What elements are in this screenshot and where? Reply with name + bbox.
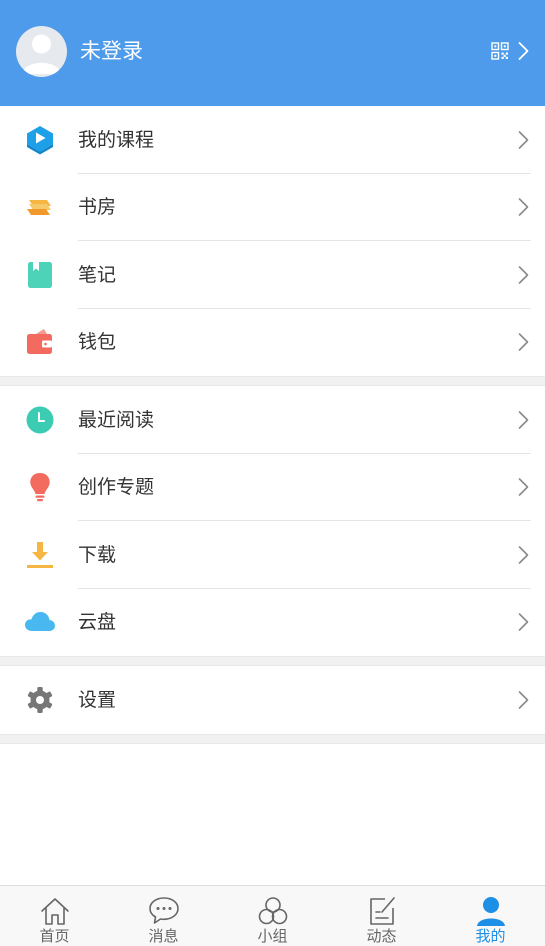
- tab-label: 我的: [475, 927, 506, 945]
- bottom-tab-bar: 首页 消息 小组 动态 我的: [0, 885, 545, 946]
- menu-item-label: 创作专题: [78, 476, 155, 499]
- menu-item-label: 钱包: [78, 331, 117, 354]
- avatar-placeholder-icon: [22, 34, 61, 74]
- qr-code-icon[interactable]: [491, 42, 509, 60]
- chevron-right-icon: [518, 265, 529, 284]
- download-icon: [27, 541, 53, 568]
- chevron-right-icon[interactable]: [518, 41, 529, 61]
- menu-item-study[interactable]: 书房: [0, 174, 545, 241]
- chevron-right-icon: [518, 613, 529, 632]
- course-icon: [27, 125, 53, 155]
- cloud-icon: [25, 612, 55, 632]
- clock-icon: [26, 406, 54, 434]
- menu-item-label: 我的课程: [78, 128, 155, 151]
- tab-label: 首页: [39, 927, 70, 945]
- menu-item-my-courses[interactable]: 我的课程: [0, 106, 545, 174]
- avatar[interactable]: [16, 26, 67, 77]
- user-icon: [476, 897, 505, 926]
- menu-item-cloud-disk[interactable]: 云盘: [0, 589, 545, 657]
- menu-item-label: 最近阅读: [78, 408, 155, 431]
- chevron-right-icon: [518, 690, 529, 709]
- menu-section-main: 我的课程 书房 笔记 钱包: [0, 106, 545, 376]
- section-separator: [0, 734, 545, 744]
- menu-item-label: 云盘: [78, 611, 117, 634]
- menu-item-settings[interactable]: 设置: [0, 666, 545, 734]
- menu-section-content: 最近阅读 创作专题 下载 云盘: [0, 386, 545, 656]
- section-separator: [0, 376, 545, 386]
- menu-item-creative-topics[interactable]: 创作专题: [0, 454, 545, 521]
- menu-item-label: 笔记: [78, 263, 117, 286]
- chevron-right-icon: [518, 410, 529, 429]
- menu-item-wallet[interactable]: 钱包: [0, 309, 545, 377]
- tab-activity[interactable]: 动态: [327, 886, 436, 946]
- menu-item-label: 设置: [78, 688, 117, 711]
- tab-label: 动态: [366, 927, 397, 945]
- tab-groups[interactable]: 小组: [218, 886, 327, 946]
- profile-header[interactable]: 未登录: [0, 0, 545, 106]
- menu-section-settings: 设置: [0, 666, 545, 734]
- chevron-right-icon: [518, 545, 529, 564]
- tab-mine[interactable]: 我的: [436, 886, 545, 946]
- chat-bubble-icon: [148, 897, 179, 924]
- gear-icon: [27, 686, 53, 713]
- notebook-icon: [28, 261, 52, 288]
- chevron-right-icon: [518, 333, 529, 352]
- menu-item-notes[interactable]: 笔记: [0, 241, 545, 309]
- login-status-text[interactable]: 未登录: [80, 37, 143, 65]
- books-icon: [27, 200, 51, 216]
- section-separator: [0, 656, 545, 666]
- menu-item-label: 书房: [78, 196, 117, 219]
- tab-label: 消息: [148, 927, 179, 945]
- tab-label: 小组: [257, 927, 288, 945]
- wallet-icon: [27, 329, 52, 355]
- menu-item-label: 下载: [78, 543, 117, 566]
- group-circles-icon: [258, 897, 287, 925]
- chevron-right-icon: [518, 198, 529, 217]
- menu-item-download[interactable]: 下载: [0, 521, 545, 589]
- menu-item-recent-reading[interactable]: 最近阅读: [0, 386, 545, 454]
- chevron-right-icon: [518, 130, 529, 149]
- chevron-right-icon: [518, 478, 529, 497]
- tab-messages[interactable]: 消息: [109, 886, 218, 946]
- tab-home[interactable]: 首页: [0, 886, 109, 946]
- edit-note-icon: [369, 897, 395, 925]
- lightbulb-icon: [30, 473, 50, 502]
- home-icon: [40, 898, 69, 925]
